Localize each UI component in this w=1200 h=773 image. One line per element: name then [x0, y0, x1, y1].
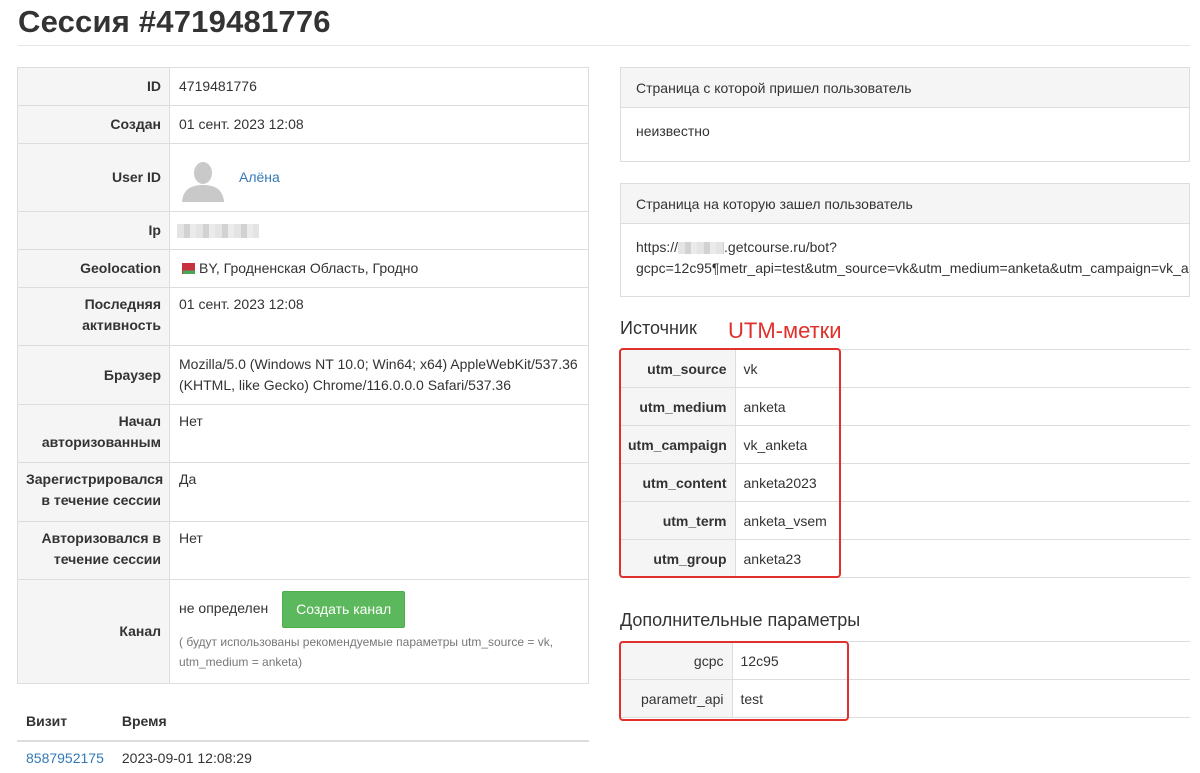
geolocation-value: BY, Гродненская Область, Гродно	[199, 260, 419, 276]
detail-row-registered: Зарегистрировался в течение сессии Да	[17, 462, 589, 522]
detail-value: Нет	[169, 404, 589, 463]
detail-value: Mozilla/5.0 (Windows NT 10.0; Win64; x64…	[169, 345, 589, 405]
extra-params-table: gcpc 12c95 parametr_api test	[620, 641, 1190, 718]
detail-value: Нет	[169, 521, 589, 580]
session-details-table: ID 4719481776 Создан 01 сент. 2023 12:08…	[17, 67, 589, 684]
page-title: Сессия #4719481776	[18, 4, 331, 39]
referrer-panel-body: неизвестно	[636, 123, 710, 139]
landing-panel-heading: Страница на которую зашел пользователь	[621, 184, 1189, 224]
detail-label: Geolocation	[17, 249, 170, 288]
channel-hint: ( будут использованы рекомендуемые парам…	[179, 635, 554, 669]
blurred-ip	[177, 224, 259, 239]
user-link[interactable]: Алёна	[239, 167, 280, 188]
visit-link[interactable]: 8587952175	[26, 750, 104, 766]
detail-row-user: User ID Алёна	[17, 143, 589, 212]
utm-key: utm_content	[620, 463, 736, 502]
visits-header-visit: Визит	[17, 705, 113, 742]
visits-header-time: Время	[112, 705, 589, 742]
utm-key: utm_campaign	[620, 425, 736, 464]
landing-url: https://.getcourse.ru/bot? gcpc=12c95¶me…	[636, 239, 1189, 276]
table-row: parametr_api test	[620, 679, 1190, 718]
param-value: test	[732, 679, 1190, 718]
detail-label: Создан	[17, 105, 170, 144]
detail-label: Браузер	[17, 345, 170, 405]
detail-row-created: Создан 01 сент. 2023 12:08	[17, 105, 589, 144]
belarus-flag-icon	[179, 263, 195, 274]
channel-value: не определен	[179, 600, 269, 617]
detail-label: ID	[17, 67, 170, 106]
detail-value: 01 сент. 2023 12:08	[169, 287, 589, 346]
detail-label: Ip	[17, 211, 170, 250]
detail-value: 4719481776	[169, 67, 589, 106]
utm-value: vk	[735, 349, 1190, 388]
utm-value: anketa23	[735, 539, 1190, 578]
detail-label: Канал	[17, 579, 170, 684]
param-value: 12c95	[732, 641, 1190, 680]
utm-key: utm_group	[620, 539, 736, 578]
utm-annotation: UTM-метки	[728, 318, 842, 343]
detail-label: Авторизовался в течение сессии	[17, 521, 170, 580]
detail-label: Зарегистрировался в течение сессии	[17, 462, 170, 522]
detail-row-ip: Ip	[17, 211, 589, 250]
detail-label: User ID	[17, 143, 170, 212]
create-channel-button[interactable]: Создать канал	[282, 591, 406, 628]
referrer-panel-heading: Страница с которой пришел пользователь	[621, 68, 1189, 108]
detail-label: Начал авторизованным	[17, 404, 170, 463]
table-row: utm_source vk	[620, 349, 1190, 388]
utm-key: utm_source	[620, 349, 736, 388]
utm-value: anketa	[735, 387, 1190, 426]
table-row: utm_term anketa_vsem	[620, 501, 1190, 540]
detail-row-started-authorized: Начал авторизованным Нет	[17, 404, 589, 463]
utm-value: anketa_vsem	[735, 501, 1190, 540]
detail-value: Да	[169, 462, 589, 522]
utm-key: utm_medium	[620, 387, 736, 426]
title-divider	[18, 45, 1190, 46]
detail-row-browser: Браузер Mozilla/5.0 (Windows NT 10.0; Wi…	[17, 345, 589, 405]
table-row: utm_group anketa23	[620, 539, 1190, 578]
table-row: 8587952175 2023-09-01 12:08:29	[17, 741, 589, 773]
table-row: utm_campaign vk_anketa	[620, 425, 1190, 464]
source-heading: Источник	[620, 318, 697, 338]
extra-params-heading: Дополнительные параметры	[620, 610, 861, 630]
detail-row-id: ID 4719481776	[17, 67, 589, 106]
utm-value: anketa2023	[735, 463, 1190, 502]
detail-label: Последняя активность	[17, 287, 170, 346]
referrer-panel: Страница с которой пришел пользователь н…	[620, 67, 1190, 162]
table-row: utm_content anketa2023	[620, 463, 1190, 502]
utm-value: vk_anketa	[735, 425, 1190, 464]
table-row: gcpc 12c95	[620, 641, 1190, 680]
detail-row-channel: Канал не определен Создать канал ( будут…	[17, 579, 589, 684]
utm-key: utm_term	[620, 501, 736, 540]
utm-table: utm_source vk utm_medium anketa utm_campai…	[620, 349, 1190, 578]
table-row: utm_medium anketa	[620, 387, 1190, 426]
avatar-placeholder-icon	[179, 153, 227, 202]
param-key: gcpc	[620, 641, 733, 680]
landing-panel: Страница на которую зашел пользователь h…	[620, 183, 1190, 297]
visit-time: 2023-09-01 12:08:29	[121, 750, 252, 766]
blurred-domain	[678, 242, 725, 255]
param-key: parametr_api	[620, 679, 733, 718]
detail-row-geolocation: Geolocation BY, Гродненская Область, Гро…	[17, 249, 589, 288]
detail-value: 01 сент. 2023 12:08	[169, 105, 589, 144]
visits-table: Визит Время 8587952175 2023-09-01 12:08:…	[17, 705, 589, 773]
detail-row-last-activity: Последняя активность 01 сент. 2023 12:08	[17, 287, 589, 346]
detail-row-authorized: Авторизовался в течение сессии Нет	[17, 521, 589, 580]
